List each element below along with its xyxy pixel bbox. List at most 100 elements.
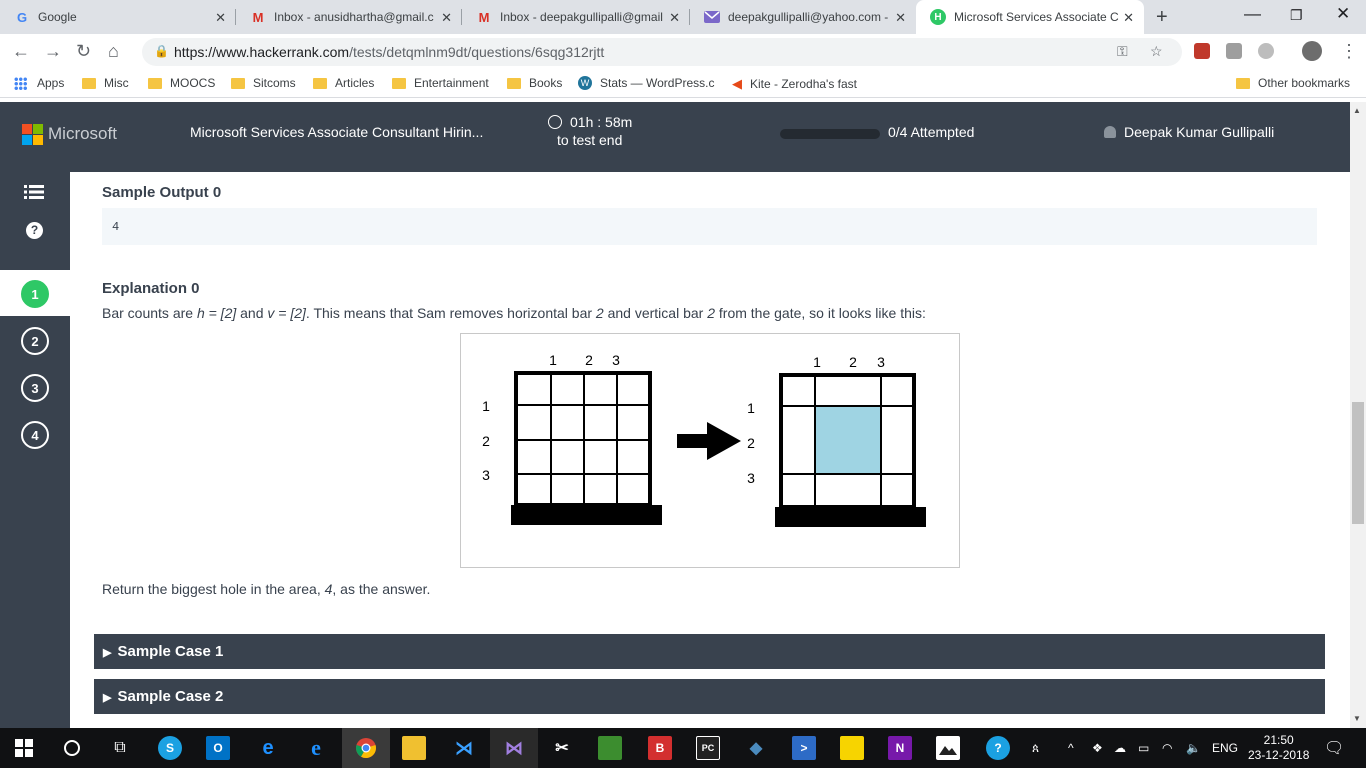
file-explorer-icon[interactable] xyxy=(402,736,426,760)
question-number: 1 xyxy=(21,280,49,308)
question-nav-4[interactable]: 4 xyxy=(0,411,70,457)
address-bar[interactable]: 🔒 https://www.hackerrank.com/tests/detqm… xyxy=(142,38,1182,66)
bookmark-books[interactable]: Books xyxy=(507,76,562,90)
pycharm-icon[interactable]: PC xyxy=(696,736,720,760)
tab-title: Inbox - anusidhartha@gmail.co xyxy=(274,10,434,24)
help-icon[interactable]: ? xyxy=(26,222,43,239)
menu-kebab-icon[interactable]: ⋮ xyxy=(1340,41,1358,62)
browser-toolbar: ← → ↻ ⌂ 🔒 https://www.hackerrank.com/tes… xyxy=(0,34,1366,70)
internet-explorer-icon[interactable]: e xyxy=(304,735,328,760)
sticky-notes-icon[interactable] xyxy=(840,736,864,760)
outlook-icon[interactable]: O xyxy=(206,736,230,760)
excel-chart-icon[interactable] xyxy=(598,736,622,760)
tab-gmail-deepak[interactable]: M Inbox - deepakgullipalli@gmail ✕ xyxy=(462,0,690,34)
sample-case-1-toggle[interactable]: ▶ Sample Case 1 xyxy=(94,634,1325,669)
tab-title: Inbox - deepakgullipalli@gmail xyxy=(500,10,663,24)
reload-icon[interactable]: ↻ xyxy=(76,41,91,62)
brave-icon[interactable]: B xyxy=(648,736,672,760)
biggest-hole xyxy=(815,406,881,474)
photos-icon[interactable] xyxy=(936,736,960,760)
skype-icon[interactable]: S xyxy=(158,736,182,760)
scrollbar-thumb[interactable] xyxy=(1352,402,1364,524)
bookmark-label: Stats — WordPress.c xyxy=(600,76,715,90)
new-tab-icon[interactable]: + xyxy=(1156,6,1168,29)
extension-icon[interactable] xyxy=(1226,43,1242,59)
key-icon[interactable]: ⚿ xyxy=(1117,43,1128,60)
attempt-progress-bar xyxy=(780,129,880,139)
dropbox-icon[interactable]: ❖ xyxy=(1092,741,1103,755)
tab-gmail-anusidhartha[interactable]: M Inbox - anusidhartha@gmail.co ✕ xyxy=(236,0,462,34)
gate-after: 1 2 3 1 2 3 xyxy=(747,354,926,527)
chrome-icon[interactable] xyxy=(354,736,378,760)
question-nav-1[interactable]: 1 xyxy=(0,270,70,316)
close-icon[interactable]: ✕ xyxy=(441,10,452,26)
bookmark-other[interactable]: Other bookmarks xyxy=(1236,76,1350,90)
tab-hackerrank[interactable]: H Microsoft Services Associate C ✕ xyxy=(916,0,1144,34)
onenote-icon[interactable]: N xyxy=(888,736,912,760)
bookmark-apps[interactable]: Apps xyxy=(14,76,64,90)
bookmark-articles[interactable]: Articles xyxy=(313,76,374,90)
sample-case-2-toggle[interactable]: ▶ Sample Case 2 xyxy=(94,679,1325,714)
star-icon[interactable]: ☆ xyxy=(1150,43,1163,60)
bookmark-misc[interactable]: Misc xyxy=(82,76,129,90)
chevron-up-icon[interactable]: ^ xyxy=(1068,741,1074,755)
battery-icon[interactable]: ▭ xyxy=(1138,741,1149,755)
pdf-extension-icon[interactable] xyxy=(1194,43,1210,59)
vscode-icon[interactable]: ⋊ xyxy=(452,736,476,760)
window-close-icon[interactable]: ✕ xyxy=(1336,4,1350,24)
folder-icon xyxy=(82,77,96,89)
result-text: Return the biggest hole in the area, 4, … xyxy=(102,581,430,597)
bookmark-sitcoms[interactable]: Sitcoms xyxy=(231,76,296,90)
close-icon[interactable]: ✕ xyxy=(895,10,906,26)
bookmark-stats-wordpress[interactable]: W Stats — WordPress.c xyxy=(578,76,714,90)
back-icon[interactable]: ← xyxy=(12,41,30,62)
close-icon[interactable]: ✕ xyxy=(1123,10,1134,26)
google-g-icon: G xyxy=(16,9,28,25)
home-icon[interactable]: ⌂ xyxy=(108,41,119,62)
forward-icon[interactable]: → xyxy=(44,41,62,62)
visual-studio-icon[interactable]: ⋈ xyxy=(502,736,526,760)
tab-yahoo-mail[interactable]: deepakgullipalli@yahoo.com - ✕ xyxy=(690,0,916,34)
restore-icon[interactable]: ❐ xyxy=(1290,7,1303,24)
cloud-icon[interactable]: ☁ xyxy=(1114,741,1126,755)
clock-icon xyxy=(548,115,562,129)
notifications-icon[interactable]: 🗨 xyxy=(1324,738,1344,758)
timer-value: 01h : 58m xyxy=(570,114,633,130)
windows-taskbar: ⧉ S O e e ⋊ ⋈ ✂ B PC ◆ > N ? ጰ ^ ❖ ☁ ▭ ◠… xyxy=(0,728,1366,768)
help-app-icon[interactable]: ? xyxy=(986,736,1010,760)
people-icon[interactable]: ጰ xyxy=(1032,741,1039,756)
windows-start-icon[interactable] xyxy=(12,736,36,760)
search-icon[interactable] xyxy=(60,736,84,760)
bookmark-kite[interactable]: ◀ Kite - Zerodha's fast xyxy=(732,76,857,92)
question-nav-3[interactable]: 3 xyxy=(0,364,70,410)
system-clock[interactable]: 21:50 23-12-2018 xyxy=(1248,733,1309,763)
url-path: /tests/detqmlnm9dt/questions/6sqg312rjtt xyxy=(349,44,605,60)
user-menu[interactable]: Deepak Kumar Gullipalli xyxy=(1104,124,1274,140)
edge-icon[interactable]: e xyxy=(256,736,280,760)
bookmark-entertainment[interactable]: Entertainment xyxy=(392,76,489,90)
task-view-icon[interactable]: ⧉ xyxy=(108,736,132,760)
scroll-down-icon[interactable]: ▼ xyxy=(1353,714,1361,723)
scroll-up-icon[interactable]: ▲ xyxy=(1353,106,1361,115)
url-text[interactable]: https://www.hackerrank.com/tests/detqmln… xyxy=(174,44,604,60)
profile-avatar[interactable] xyxy=(1302,41,1322,61)
minimize-icon[interactable]: — xyxy=(1244,4,1261,24)
tools-icon[interactable]: ✂ xyxy=(550,736,574,760)
tab-google[interactable]: G Google ✕ xyxy=(0,0,236,34)
row-label: 2 xyxy=(747,435,755,451)
tab-title: Google xyxy=(38,10,77,24)
python-icon[interactable]: ◆ xyxy=(744,736,768,760)
volume-icon[interactable]: 🔈 xyxy=(1186,741,1201,755)
powershell-icon[interactable]: > xyxy=(792,736,816,760)
question-nav-2[interactable]: 2 xyxy=(0,317,70,363)
row-label: 1 xyxy=(747,400,755,416)
text-run: and vertical bar xyxy=(603,305,708,321)
close-icon[interactable]: ✕ xyxy=(215,10,226,26)
wifi-icon[interactable]: ◠ xyxy=(1162,741,1172,755)
close-icon[interactable]: ✕ xyxy=(669,10,680,26)
language-indicator[interactable]: ENG xyxy=(1212,741,1238,755)
list-icon[interactable] xyxy=(24,184,44,205)
bookmark-moocs[interactable]: MOOCS xyxy=(148,76,215,90)
extension-icon[interactable] xyxy=(1258,43,1274,59)
bookmark-label: Other bookmarks xyxy=(1258,76,1351,90)
